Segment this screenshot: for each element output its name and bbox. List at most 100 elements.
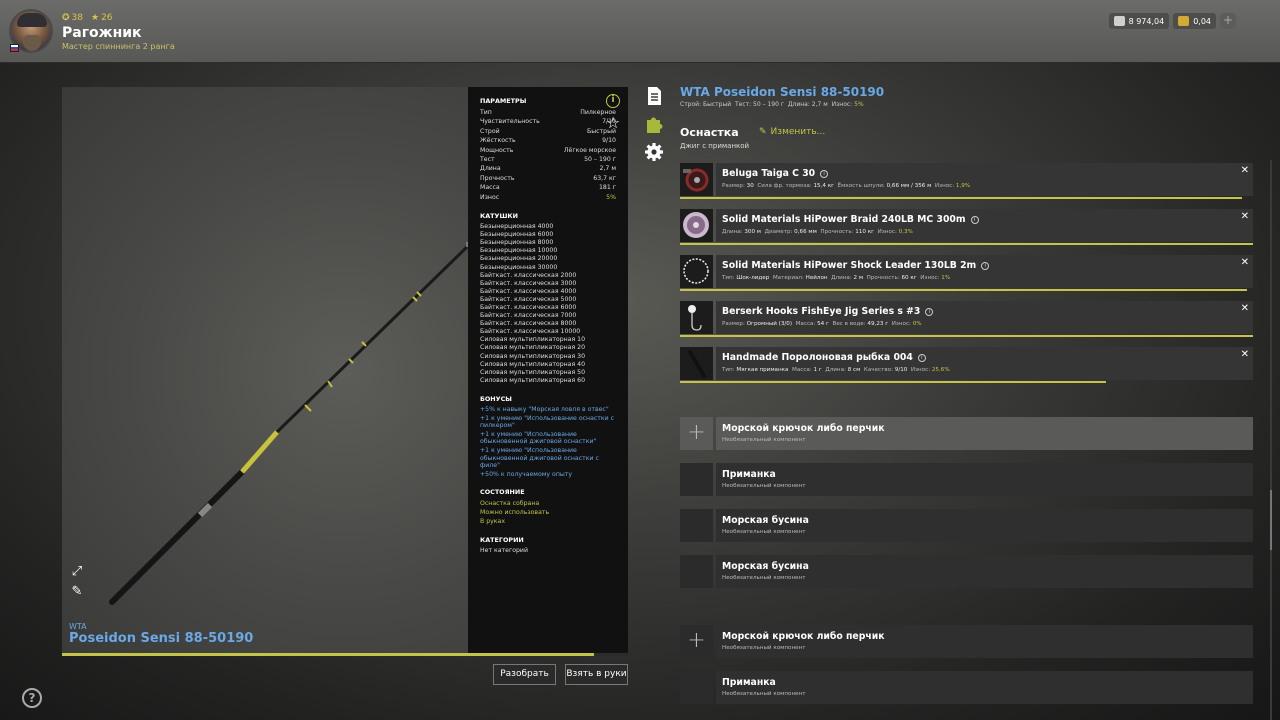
edit-tackle-link[interactable]: ✎ Изменить... <box>759 127 825 137</box>
slot-body: Приманка Необязательный компонент <box>716 463 1253 496</box>
param-value: 181 г <box>598 184 616 192</box>
scrollbar[interactable] <box>1270 160 1272 720</box>
params-panel: ПАРАМЕТРЫ Тип Пилкерное Чувствительность 7/… <box>468 87 628 653</box>
reel-item: Безынерционная 4000 <box>480 223 554 231</box>
optional-slot[interactable]: Приманка Необязательный компонент <box>680 463 1253 496</box>
item-name: Berserk Hooks FishEye Jig Series s #3 i <box>722 306 934 317</box>
add-slot-plus-icon[interactable]: + <box>680 417 713 450</box>
gear-icon[interactable] <box>644 142 664 162</box>
item-info-icon[interactable]: i <box>981 261 990 270</box>
categories-heading: КАТЕГОРИИ <box>480 536 524 545</box>
param-row: Прочность 63,7 кг <box>480 174 616 183</box>
param-value: 50 – 190 г <box>584 156 616 164</box>
remove-item-icon[interactable]: ✕ <box>1241 211 1249 222</box>
item-info-icon[interactable]: i <box>970 215 979 224</box>
item-specs: Тип: Мягкая приманка Масса: 1 г Длина: 8… <box>722 367 950 373</box>
add-slot-plus-icon[interactable]: + <box>680 625 713 658</box>
remove-item-icon[interactable]: ✕ <box>1241 165 1249 176</box>
reel-item: Байткаст. классическая 7000 <box>480 312 577 320</box>
slot-note: Необязательный компонент <box>722 575 806 581</box>
document-icon[interactable] <box>644 86 664 106</box>
reel-item: Безынерционная 20000 <box>480 255 558 263</box>
item-name: Handmade Поролоновая рыбка 004 i <box>722 352 926 363</box>
bonus-item: +1 к умению "Использование обыкновенной … <box>480 446 599 470</box>
remove-item-icon[interactable]: ✕ <box>1241 349 1249 360</box>
item-info-icon[interactable]: i <box>917 353 926 362</box>
param-row: Масса 181 г <box>480 183 616 192</box>
param-value: 2,7 м <box>599 165 616 173</box>
info-icon[interactable]: i <box>606 94 620 108</box>
param-key: Тип <box>480 109 492 116</box>
param-row: Тест 50 – 190 г <box>480 155 616 164</box>
rename-pencil-icon[interactable]: ✎ <box>70 585 84 599</box>
state-item: Можно использовать <box>480 509 550 517</box>
item-name: Solid Materials HiPower Braid 240LB MC 3… <box>722 214 979 225</box>
scrollbar-thumb[interactable] <box>1270 490 1272 550</box>
slot-body: Морская бусина Необязательный компонент <box>716 555 1253 588</box>
reels-list: Безынерционная 4000 Безынерционная 6000 Бе… <box>480 223 616 385</box>
bonus-item: +1 к умению "Использование оснастки с пи… <box>480 414 614 430</box>
add-currency-button[interactable]: + <box>1220 13 1236 29</box>
disassemble-button[interactable]: Разобрать <box>493 664 556 685</box>
reel-item: Силовая мультипликаторная 40 <box>480 360 586 368</box>
item-wear-bar <box>680 335 1253 337</box>
leader-coil-icon <box>683 258 709 284</box>
slot-body: Морской крючок либо перчик Необязательный… <box>716 625 1253 658</box>
slot-thumbnail <box>680 555 713 588</box>
reel-item: Безынерционная 6000 <box>480 231 554 239</box>
optional-slot[interactable]: Морская бусина Необязательный компонент <box>680 509 1253 542</box>
reel-item: Байткаст. классическая 10000 <box>480 328 581 336</box>
item-info-icon[interactable]: i <box>820 169 829 178</box>
state-heading: СОСТОЯНИЕ <box>480 488 525 497</box>
help-icon[interactable]: ? <box>22 688 42 708</box>
slot-note: Необязательный компонент <box>722 483 806 489</box>
gold-balance: 0,04 <box>1173 13 1216 29</box>
tackle-item[interactable]: Solid Materials HiPower Braid 240LB MC 3… <box>680 209 1253 245</box>
item-info-icon[interactable]: i <box>925 307 934 316</box>
level-stat: ✪ 38 <box>62 13 83 23</box>
slot-note: Необязательный компонент <box>722 437 806 443</box>
fullscreen-icon[interactable]: ⤢ <box>70 565 84 579</box>
favorite-star-icon[interactable]: ☆ <box>604 114 622 132</box>
reel-item: Байткаст. классическая 3000 <box>480 279 577 287</box>
param-value: 5% <box>606 193 616 201</box>
param-key: Масса <box>480 184 500 192</box>
item-thumbnail <box>680 209 713 242</box>
player-rank: Мастер спиннинга 2 ранга <box>62 42 175 51</box>
item-body: Solid Materials HiPower Braid 240LB MC 3… <box>716 209 1253 242</box>
optional-slot[interactable]: + Морской крючок либо перчик Необязательны… <box>680 625 1253 658</box>
optional-slot[interactable]: Морская бусина Необязательный компонент <box>680 555 1253 588</box>
remove-item-icon[interactable]: ✕ <box>1241 257 1249 268</box>
puzzle-icon[interactable] <box>644 114 664 134</box>
categories-value: Нет категорий <box>480 547 528 555</box>
reel-item: Силовая мультипликаторная 30 <box>480 352 586 360</box>
state-list: Оснастка собрана Можно использовать В рука… <box>480 499 616 526</box>
slot-thumbnail <box>680 509 713 542</box>
rod-name: Poseidon Sensi 88-50190 <box>69 631 254 646</box>
param-key: Мощность <box>480 146 514 154</box>
item-specs: Размер: Огромный (3/0) Масса: 54 г Вес в… <box>722 321 922 327</box>
remove-item-icon[interactable]: ✕ <box>1241 303 1249 314</box>
param-row: Тип Пилкерное <box>480 108 616 117</box>
take-in-hands-button[interactable]: Взять в руки <box>565 664 628 685</box>
param-key: Длина <box>480 165 501 173</box>
stars-stat: ★ 26 <box>91 13 113 23</box>
preview-progress-fill <box>62 653 595 656</box>
reel-item: Безынерционная 10000 <box>480 247 558 255</box>
optional-slot[interactable]: Приманка Необязательный компонент <box>680 671 1253 704</box>
optional-slot[interactable]: + Морской крючок либо перчик Необязательны… <box>680 417 1253 450</box>
item-body: Berserk Hooks FishEye Jig Series s #3 i Ра… <box>716 301 1253 334</box>
param-row: Длина 2,7 м <box>480 164 616 173</box>
tackle-type: Джиг с приманкой <box>680 142 750 150</box>
country-flag-icon <box>10 44 19 52</box>
tackle-item[interactable]: Beluga Taiga C 30 i Размер: 30 Сила фр. то… <box>680 163 1253 199</box>
tackle-item[interactable]: Handmade Поролоновая рыбка 004 i Тип: Мягк… <box>680 347 1253 383</box>
slot-label: Приманка <box>722 469 776 480</box>
bonus-item: +50% к получаемому опыту <box>480 470 573 478</box>
reel-item: Байткаст. классическая 4000 <box>480 287 577 295</box>
wallet: 8 974,04 0,04 + <box>1108 13 1236 29</box>
state-item: Оснастка собрана <box>480 500 540 508</box>
tackle-item[interactable]: Berserk Hooks FishEye Jig Series s #3 i Ра… <box>680 301 1253 337</box>
tackle-item[interactable]: Solid Materials HiPower Shock Leader 130… <box>680 255 1253 291</box>
item-wear-bar <box>680 243 1253 245</box>
